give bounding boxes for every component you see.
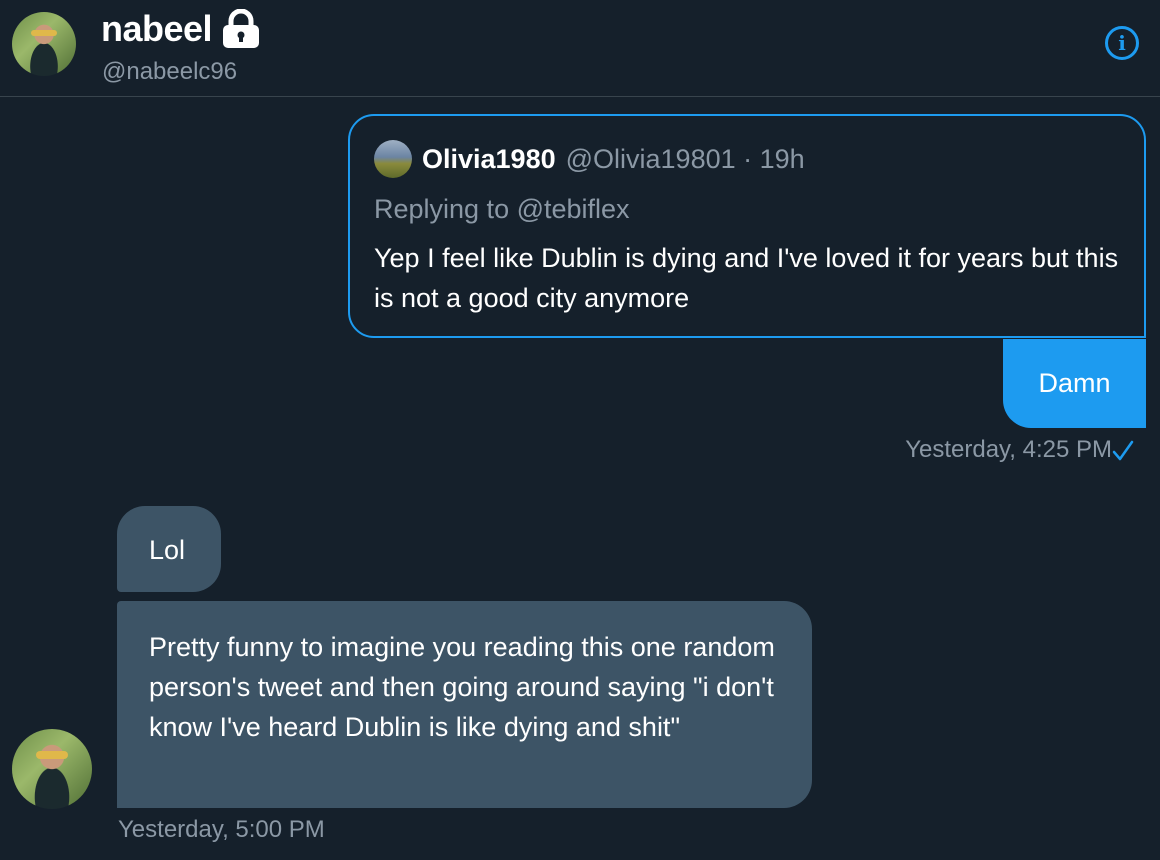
quoted-tweet-text: Yep I feel like Dublin is dying and I've…	[374, 243, 1119, 313]
sent-message-bubble[interactable]: Damn	[1003, 339, 1146, 428]
lock-icon	[220, 8, 262, 49]
quoted-author-meta: @Olivia19801 · 19h	[565, 143, 805, 174]
quoted-author-avatar	[374, 140, 412, 178]
message-timestamp: Yesterday, 5:00 PM	[118, 816, 325, 843]
message-text: Damn	[1038, 368, 1111, 398]
contact-name[interactable]: nabeel	[101, 8, 262, 50]
display-name: nabeel	[101, 8, 213, 49]
contact-handle[interactable]: @nabeelc96	[102, 58, 237, 86]
info-glyph: i	[1118, 31, 1126, 55]
received-message-bubble[interactable]: Pretty funny to imagine you reading this…	[117, 601, 812, 808]
message-timestamp: Yesterday, 4:25 PM	[905, 436, 1112, 463]
info-icon[interactable]: i	[1105, 26, 1139, 60]
message-text: Lol	[149, 535, 186, 565]
message-text: Pretty funny to imagine you reading this…	[149, 632, 775, 742]
quoted-tweet-header: Olivia1980 @Olivia19801 · 19h	[374, 140, 805, 178]
read-check-icon	[1112, 440, 1134, 461]
quoted-author-name: Olivia1980	[422, 143, 556, 174]
avatar[interactable]	[12, 12, 76, 76]
quoted-tweet-card[interactable]: Olivia1980 @Olivia19801 · 19h Replying t…	[348, 114, 1146, 338]
conversation-header: nabeel @nabeelc96 i	[0, 0, 1160, 97]
avatar[interactable]	[12, 729, 92, 809]
replying-to-label: Replying to @tebiflex	[374, 194, 630, 224]
received-message-bubble[interactable]: Lol	[117, 506, 221, 592]
